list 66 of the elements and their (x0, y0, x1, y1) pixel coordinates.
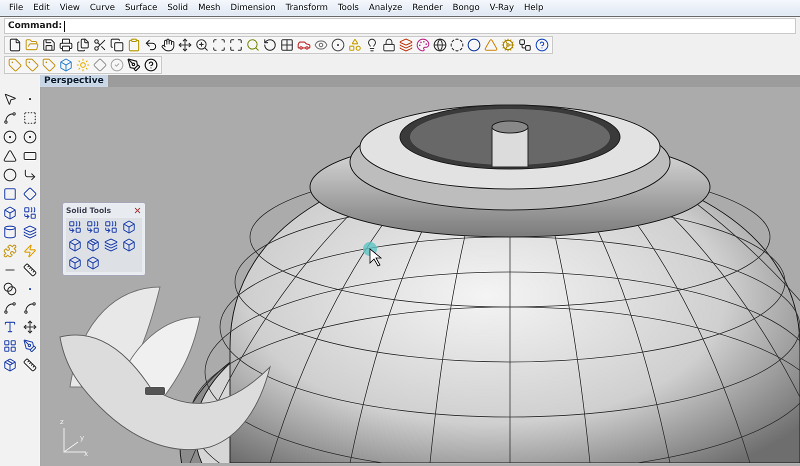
cylinder-icon[interactable] (3, 224, 17, 238)
polygon-icon[interactable] (3, 148, 17, 162)
menu-item[interactable]: Transform (280, 3, 333, 13)
target-icon[interactable] (331, 38, 345, 52)
menu-item[interactable]: Curve (84, 3, 120, 13)
clipboard-icon[interactable] (127, 38, 141, 52)
undo-icon[interactable] (144, 38, 158, 52)
cube-icon[interactable] (86, 256, 100, 270)
zoom-window-icon[interactable] (212, 38, 226, 52)
curve-icon[interactable] (23, 300, 37, 314)
array-icon[interactable] (3, 338, 17, 352)
circle-icon[interactable] (3, 130, 17, 144)
documents-icon[interactable] (76, 38, 90, 52)
dimension-icon[interactable] (23, 358, 37, 372)
zoom-in-icon[interactable] (195, 38, 209, 52)
save-icon[interactable] (42, 38, 56, 52)
menu-item[interactable]: Tools (332, 3, 364, 13)
help-icon[interactable] (535, 38, 549, 52)
help-icon[interactable] (144, 58, 158, 72)
menu-item[interactable]: Dimension (225, 3, 281, 13)
lightbulb-icon[interactable] (365, 38, 379, 52)
menu-item[interactable]: Mesh (193, 3, 226, 13)
rotate-icon[interactable] (263, 38, 277, 52)
globe-icon[interactable] (433, 38, 447, 52)
move-icon[interactable] (178, 38, 192, 52)
viewport-grid-icon[interactable] (280, 38, 294, 52)
copy-icon[interactable] (110, 38, 124, 52)
sphere-icon[interactable] (467, 38, 481, 52)
eye-icon[interactable] (314, 38, 328, 52)
dashed-sphere-icon[interactable] (450, 38, 464, 52)
cube-icon[interactable] (68, 256, 82, 270)
diamond-icon[interactable] (93, 58, 107, 72)
command-field[interactable]: Command: (4, 18, 796, 34)
menu-item[interactable]: File (4, 3, 28, 13)
layers-icon[interactable] (399, 38, 413, 52)
zoom-selected-icon[interactable] (246, 38, 260, 52)
cube-icon[interactable] (59, 58, 73, 72)
mouse-cursor-icon (363, 242, 382, 267)
viewport-tab[interactable]: Perspective (40, 75, 108, 87)
box-icon[interactable] (3, 206, 17, 220)
menu-item[interactable]: Solid (162, 3, 194, 13)
menu-item[interactable]: Render (407, 3, 448, 13)
menu-item[interactable]: Surface (120, 3, 162, 13)
menu-item[interactable]: Edit (28, 3, 55, 13)
cut-icon[interactable] (93, 38, 107, 52)
menu-item[interactable]: View (54, 3, 85, 13)
layers-icon[interactable] (104, 238, 118, 252)
circle-center-icon[interactable] (3, 168, 17, 182)
pointer-icon[interactable] (3, 92, 17, 106)
zoom-extents-icon[interactable] (229, 38, 243, 52)
hand-icon[interactable] (161, 38, 175, 52)
menu-item[interactable]: Bongo (448, 3, 485, 13)
cube-icon[interactable] (122, 238, 136, 252)
text-icon[interactable] (3, 320, 17, 334)
pen-icon[interactable] (23, 338, 37, 352)
print-icon[interactable] (59, 38, 73, 52)
menu-item[interactable]: Help (519, 3, 548, 13)
workflow-icon[interactable] (518, 38, 532, 52)
fillet-icon[interactable] (3, 300, 17, 314)
close-icon[interactable] (133, 206, 142, 215)
check-circle-icon[interactable] (110, 58, 124, 72)
menu-item[interactable]: V-Ray (484, 3, 519, 13)
menu-item[interactable]: Analyze (364, 3, 408, 13)
lock-icon[interactable] (382, 38, 396, 52)
pen-icon[interactable] (127, 58, 141, 72)
new-file-icon[interactable] (8, 38, 22, 52)
